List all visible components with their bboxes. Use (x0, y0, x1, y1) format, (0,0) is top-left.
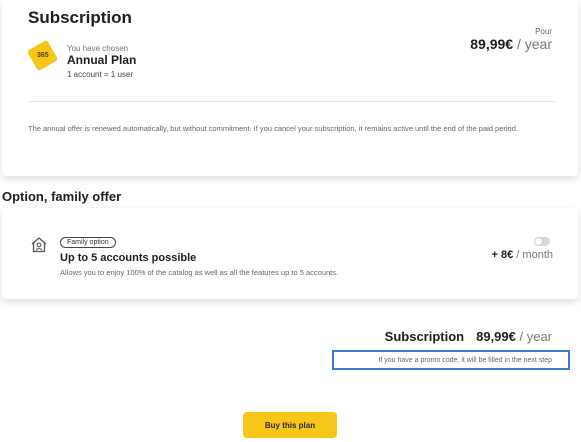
summary-total: Subscription 89,99€ / year (385, 329, 552, 344)
family-option-price: + 8€ / month (492, 249, 553, 261)
chosen-label: You have chosen (67, 44, 129, 53)
family-house-icon (31, 237, 47, 253)
addon-price-amount: + 8€ (491, 249, 514, 261)
pour-label: Pour (535, 27, 552, 36)
summary-price-amount: 89,99€ (476, 329, 516, 344)
family-option-description: Allows you to enjoy 100% of the catalog … (60, 268, 339, 277)
summary-price-period: / year (515, 329, 552, 344)
promo-note-box: If you have a promo code, it will be fil… (332, 350, 570, 370)
family-option-badge: Family option (60, 237, 116, 248)
addon-price-period: / month (513, 249, 553, 261)
option-heading: Option, family offer (2, 189, 122, 204)
summary-label: Subscription (384, 329, 465, 344)
subscription-title: Subscription (28, 8, 132, 27)
plan-accounts: 1 account = 1 user (67, 70, 134, 79)
family-option-title: Up to 5 accounts possible (60, 252, 197, 264)
plan-price: 89,99€ / year (470, 36, 552, 52)
plan-logo-icon: 365 (26, 39, 59, 72)
subscription-card: Subscription 365 You have chosen Annual … (2, 0, 578, 176)
family-option-toggle[interactable] (534, 237, 550, 246)
promo-note: If you have a promo code, it will be fil… (378, 356, 552, 364)
toggle-knob (535, 238, 542, 245)
divider (28, 101, 555, 102)
plan-price-amount: 89,99€ (470, 36, 514, 52)
plan-name: Annual Plan (67, 53, 137, 67)
buy-plan-button[interactable]: Buy this plan (243, 412, 337, 438)
plan-logo-text: 365 (36, 52, 49, 59)
renewal-note: The annual offer is renewed automaticall… (28, 124, 518, 133)
plan-price-period: / year (513, 36, 552, 52)
